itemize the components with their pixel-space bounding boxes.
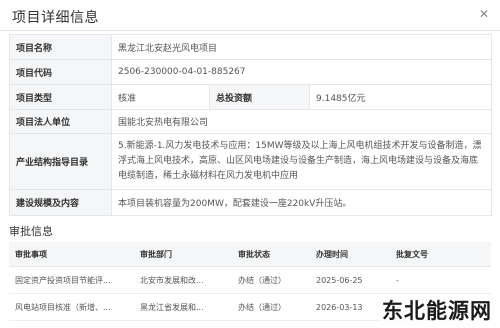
approval-section-title: 审批信息 [9, 225, 53, 238]
info-row: 产业结构指导目录 5.新能源-1.风力发电技术与应用：15MW等级及以上海上风电… [9, 133, 493, 190]
approval-dept-cell: 黑龙江省发展和... [134, 293, 232, 321]
approval-time-cell: 2025-06-25 [310, 266, 390, 294]
col-header-doc-no: 批复文号 [390, 242, 491, 267]
scale-content-value: 本项目装机容量为200MW，配套建设一座220kV升压站。 [110, 189, 493, 216]
scale-content-label: 建设规模及内容 [9, 189, 112, 216]
info-row: 项目代码 2506-230000-04-01-885267 [9, 59, 493, 85]
project-type-label: 项目类型 [9, 84, 112, 110]
table-row[interactable]: 固定资产投资项目节能评... 北安市发展和改... 办结（通过） 2025-06… [9, 266, 491, 294]
legal-entity-value: 国能北安热电有限公司 [110, 109, 493, 134]
project-name-value: 黑龙江北安赵光风电项目 [110, 34, 493, 60]
approval-item-cell: 风电站项目核准（新增、... [9, 293, 134, 321]
project-code-label: 项目代码 [9, 59, 112, 85]
approval-status-cell: 办结（通过） [232, 293, 310, 321]
approval-time-cell: 2026-03-13 [310, 293, 390, 321]
approval-status-cell: 办结（通过） [232, 266, 310, 294]
approval-header-row: 审批事项 审批部门 审批状态 办理时间 批复文号 [9, 242, 491, 267]
project-info-table: 项目名称 黑龙江北安赵光风电项目 项目代码 2506-230000-04-01-… [9, 34, 493, 216]
project-name-label: 项目名称 [9, 34, 112, 60]
col-header-dept: 审批部门 [134, 242, 232, 267]
col-header-status: 审批状态 [232, 242, 310, 267]
col-header-item: 审批事项 [9, 242, 134, 267]
industry-guide-label: 产业结构指导目录 [9, 133, 112, 190]
watermark-logo: 东北能源网 [380, 295, 494, 325]
header-divider [0, 30, 500, 31]
approval-dept-cell: 北安市发展和改... [134, 266, 232, 294]
close-icon[interactable]: ✕ [478, 8, 490, 20]
total-investment-label: 总投资额 [209, 84, 310, 110]
approval-item-cell: 固定资产投资项目节能评... [9, 266, 134, 294]
approval-doc-no-cell: - [390, 266, 491, 294]
project-code-value: 2506-230000-04-01-885267 [110, 59, 493, 85]
industry-guide-value: 5.新能源-1.风力发电技术与应用：15MW等级及以上海上风电机组技术开发与设备… [110, 133, 493, 190]
dialog-title: 项目详细信息 [12, 10, 99, 26]
project-type-value: 核准 [111, 84, 210, 110]
legal-entity-label: 项目法人单位 [9, 109, 112, 134]
total-investment-value: 9.1485亿元 [308, 84, 493, 110]
col-header-time: 办理时间 [310, 242, 390, 267]
info-row: 项目名称 黑龙江北安赵光风电项目 [9, 34, 493, 60]
info-row: 项目法人单位 国能北安热电有限公司 [9, 109, 493, 134]
info-row: 建设规模及内容 本项目装机容量为200MW，配套建设一座220kV升压站。 [9, 189, 493, 216]
info-row: 项目类型 核准 总投资额 9.1485亿元 [9, 84, 493, 110]
